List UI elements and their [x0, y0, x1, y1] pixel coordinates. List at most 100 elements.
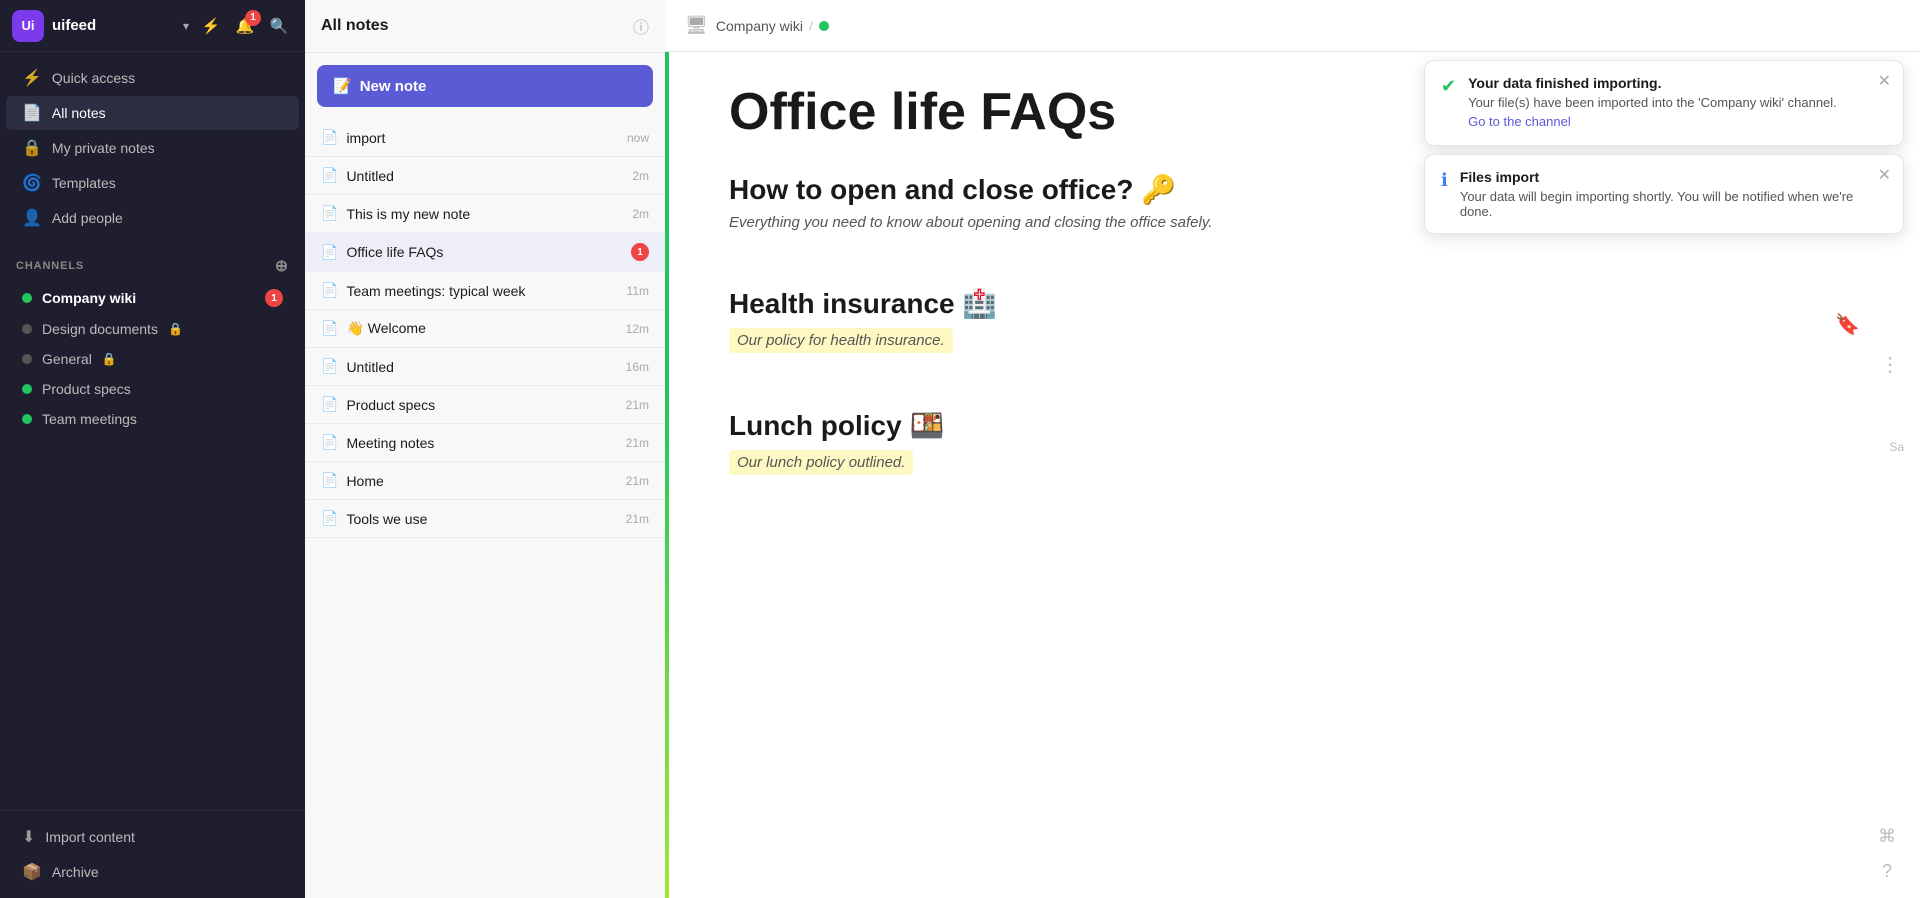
chevron-down-icon[interactable]: ▾ [183, 19, 189, 33]
section-subtitle-lunch-policy: Our lunch policy outlined. [729, 450, 913, 475]
header-icons: ⚡ 🔔 1 🔍 [197, 12, 293, 40]
section-title-lunch-policy: Lunch policy 🍱 [729, 409, 1872, 442]
note-title: 👋 Welcome [346, 320, 617, 337]
toast-container: ✔ Your data finished importing. Your fil… [1424, 60, 1904, 234]
note-title: Product specs [346, 397, 617, 413]
workspace-name: uifeed [52, 17, 175, 34]
sidebar-footer: ⬇ Import content 📦 Archive [0, 810, 305, 898]
sidebar-item-label: Archive [52, 864, 99, 880]
note-time: 16m [626, 360, 649, 374]
note-time: 21m [626, 512, 649, 526]
note-doc-icon: 📄 [321, 396, 338, 413]
add-channel-icon[interactable]: ⊕ [275, 256, 289, 276]
note-title: Office life FAQs [346, 244, 623, 260]
lock-icon: 🔒 [102, 352, 117, 366]
note-item-tools-we-use[interactable]: 📄 Tools we use 21m [305, 500, 665, 538]
note-item-import[interactable]: 📄 import now [305, 119, 665, 157]
keyboard-shortcut-icon[interactable]: ⌘ [1878, 826, 1896, 847]
note-title: Home [346, 473, 617, 489]
main-body: Office life FAQs ✔ Your data finished im… [665, 52, 1920, 898]
note-title: import [346, 130, 619, 146]
notes-icon: 📄 [22, 103, 42, 123]
sa-label: Sa [1889, 440, 1904, 454]
info-icon: ℹ [1441, 170, 1448, 191]
close-icon[interactable]: ✕ [1878, 165, 1891, 185]
info-icon[interactable]: ⓘ [633, 14, 649, 38]
sidebar-item-label: Import content [45, 829, 135, 845]
note-doc-icon: 📄 [321, 282, 338, 299]
note-time: 11m [627, 284, 649, 298]
sidebar-item-quick-access[interactable]: ⚡ Quick access [6, 61, 299, 95]
new-note-icon: 📝 [333, 77, 352, 95]
help-icon[interactable]: ? [1882, 861, 1892, 882]
left-accent-bar [665, 52, 669, 898]
main-header: 🖥 Company wiki / [665, 0, 1920, 52]
channel-label: General [42, 351, 92, 367]
breadcrumb-channel[interactable]: Company wiki [716, 18, 803, 34]
channel-item-company-wiki[interactable]: Company wiki 1 [6, 283, 299, 313]
sidebar-item-all-notes[interactable]: 📄 All notes [6, 96, 299, 130]
toast-import-done: ✔ Your data finished importing. Your fil… [1424, 60, 1904, 146]
sidebar-item-add-people[interactable]: 👤 Add people [6, 201, 299, 235]
sidebar-item-label: Quick access [52, 70, 135, 86]
notification-icon[interactable]: 🔔 1 [231, 12, 259, 40]
channel-dot-green [22, 384, 32, 394]
channel-item-team-meetings[interactable]: Team meetings [6, 405, 299, 433]
close-icon[interactable]: ✕ [1878, 71, 1891, 91]
notification-badge: 1 [245, 10, 261, 26]
note-title: Team meetings: typical week [346, 283, 618, 299]
channel-item-design-documents[interactable]: Design documents 🔒 [6, 315, 299, 343]
note-item-welcome[interactable]: 📄 👋 Welcome 12m [305, 310, 665, 348]
note-doc-icon: 📄 [321, 472, 338, 489]
sidebar-item-archive[interactable]: 📦 Archive [6, 855, 299, 889]
note-time: 21m [626, 436, 649, 450]
note-item-untitled-2[interactable]: 📄 Untitled 16m [305, 348, 665, 386]
breadcrumb-separator: / [809, 18, 813, 34]
check-icon: ✔ [1441, 76, 1456, 97]
note-doc-icon: 📄 [321, 358, 338, 375]
note-item-my-new-note[interactable]: 📄 This is my new note 2m [305, 195, 665, 233]
note-time: 21m [626, 474, 649, 488]
note-doc-icon: 📄 [321, 510, 338, 527]
channel-dot-gray [22, 324, 32, 334]
archive-icon: 📦 [22, 862, 42, 882]
note-item-office-life-faqs[interactable]: 📄 Office life FAQs 1 [305, 233, 665, 272]
sidebar: Ui uifeed ▾ ⚡ 🔔 1 🔍 ⚡ Quick access 📄 All… [0, 0, 305, 898]
note-item-meeting-notes[interactable]: 📄 Meeting notes 21m [305, 424, 665, 462]
monitor-icon: 🖥 [685, 15, 708, 36]
note-title: This is my new note [346, 206, 624, 222]
note-item-home[interactable]: 📄 Home 21m [305, 462, 665, 500]
new-note-button[interactable]: 📝 New note [317, 65, 653, 107]
toast-files-import: ℹ Files import Your data will begin impo… [1424, 154, 1904, 234]
lock-icon: 🔒 [22, 138, 42, 158]
channel-dot-green [22, 293, 32, 303]
toast-body: Your file(s) have been imported into the… [1468, 95, 1837, 110]
toast-link[interactable]: Go to the channel [1468, 114, 1571, 129]
search-icon[interactable]: 🔍 [265, 12, 293, 40]
more-options-icon[interactable]: ⋮ [1880, 352, 1900, 377]
bookmark-icon[interactable]: 🔖 [1835, 312, 1860, 337]
channels-label: CHANNELS [16, 260, 84, 272]
section-subtitle-health-insurance: Our policy for health insurance. [729, 328, 953, 353]
bolt-icon[interactable]: ⚡ [197, 12, 225, 40]
note-item-team-meetings-week[interactable]: 📄 Team meetings: typical week 11m [305, 272, 665, 310]
bolt-nav-icon: ⚡ [22, 68, 42, 88]
status-dot [819, 21, 829, 31]
note-time: 21m [626, 398, 649, 412]
note-item-product-specs[interactable]: 📄 Product specs 21m [305, 386, 665, 424]
channel-item-general[interactable]: General 🔒 [6, 345, 299, 373]
sidebar-item-label: All notes [52, 105, 106, 121]
note-title: Tools we use [346, 511, 617, 527]
sidebar-item-import-content[interactable]: ⬇ Import content [6, 820, 299, 854]
template-icon: 🌀 [22, 173, 42, 193]
note-time: 12m [626, 322, 649, 336]
channel-label: Design documents [42, 321, 158, 337]
notes-panel: All notes ⓘ 📝 New note 📄 import now 📄 Un… [305, 0, 665, 898]
note-doc-icon: 📄 [321, 320, 338, 337]
notes-panel-title: All notes [321, 17, 389, 35]
channel-label: Product specs [42, 381, 131, 397]
note-item-untitled-1[interactable]: 📄 Untitled 2m [305, 157, 665, 195]
sidebar-item-private-notes[interactable]: 🔒 My private notes [6, 131, 299, 165]
channel-item-product-specs[interactable]: Product specs [6, 375, 299, 403]
sidebar-item-templates[interactable]: 🌀 Templates [6, 166, 299, 200]
